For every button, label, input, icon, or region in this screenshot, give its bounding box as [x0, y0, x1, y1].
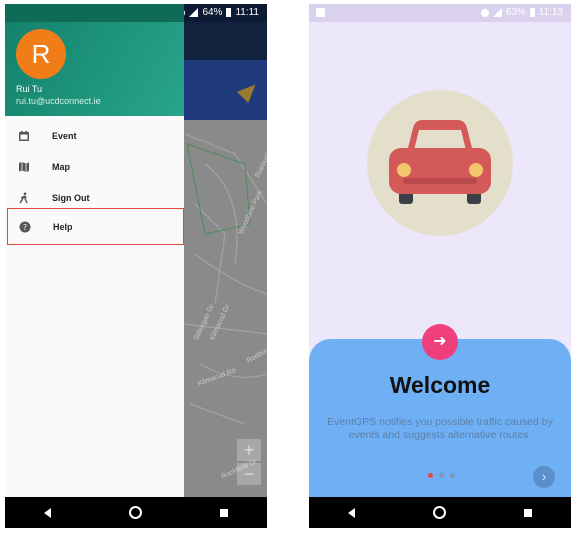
page-dot — [428, 473, 433, 478]
menu-item-event[interactable]: Event — [5, 122, 184, 150]
onboarding-screen: 63% 11:13 ➜ Welcome EventGPS notifies yo… — [309, 4, 571, 528]
menu-item-map[interactable]: Map — [5, 153, 184, 181]
clock: 11:13 — [538, 7, 563, 18]
dnd-icon — [480, 8, 489, 17]
recent-apps-icon[interactable] — [220, 508, 228, 517]
battery-level: 63% — [505, 7, 526, 18]
back-icon[interactable] — [44, 507, 51, 518]
recent-apps-icon[interactable] — [524, 508, 532, 517]
drawer-status-area — [5, 4, 184, 22]
next-page-button[interactable]: › — [533, 466, 555, 488]
menu-item-label: Event — [52, 131, 77, 141]
calendar-icon — [17, 129, 31, 143]
user-name: Rui Tu — [16, 84, 43, 94]
menu-item-label: Sign Out — [52, 193, 90, 203]
menu-item-label: Map — [52, 162, 70, 172]
menu-item-label: Help — [53, 221, 73, 232]
signal-icon — [189, 8, 199, 17]
next-arrow-button[interactable]: ➜ — [422, 324, 458, 360]
signal-icon — [492, 8, 502, 17]
back-icon[interactable] — [348, 507, 355, 518]
car-icon — [389, 120, 491, 204]
home-icon[interactable] — [433, 506, 446, 519]
walk-icon — [17, 191, 31, 205]
svg-text:?: ? — [23, 223, 27, 232]
page-dot — [439, 473, 444, 478]
navigation-drawer: R Rui Tu rui.tu@ucdconnect.ie Event Map … — [5, 4, 184, 497]
page-dot — [450, 473, 455, 478]
image-notification-icon — [316, 8, 325, 17]
clock: 11:11 — [235, 7, 259, 18]
zoom-in-button[interactable]: + — [237, 439, 261, 461]
welcome-description: EventGPS notifies you possible traffic c… — [327, 416, 553, 441]
battery-level: 64% — [202, 7, 223, 18]
map-icon — [17, 160, 31, 174]
drawer-header: R Rui Tu rui.tu@ucdconnect.ie — [5, 4, 184, 116]
help-icon: ? — [18, 220, 32, 234]
system-nav-bar — [309, 497, 571, 528]
battery-icon — [226, 8, 232, 17]
page-indicator — [428, 473, 455, 478]
system-nav-bar — [5, 497, 267, 528]
illustration-circle — [367, 90, 513, 236]
status-bar: 63% 11:13 — [309, 4, 571, 22]
menu-item-help[interactable]: ? Help — [7, 208, 184, 245]
welcome-title: Welcome — [389, 372, 491, 398]
zoom-out-button[interactable]: − — [237, 463, 261, 485]
battery-icon — [529, 8, 535, 17]
home-icon[interactable] — [129, 506, 142, 519]
drawer-screen: Roebuck Park Woodbine Park Kilmacud Rd S… — [5, 4, 267, 528]
avatar[interactable]: R — [16, 29, 66, 79]
user-email: rui.tu@ucdconnect.ie — [16, 96, 101, 106]
